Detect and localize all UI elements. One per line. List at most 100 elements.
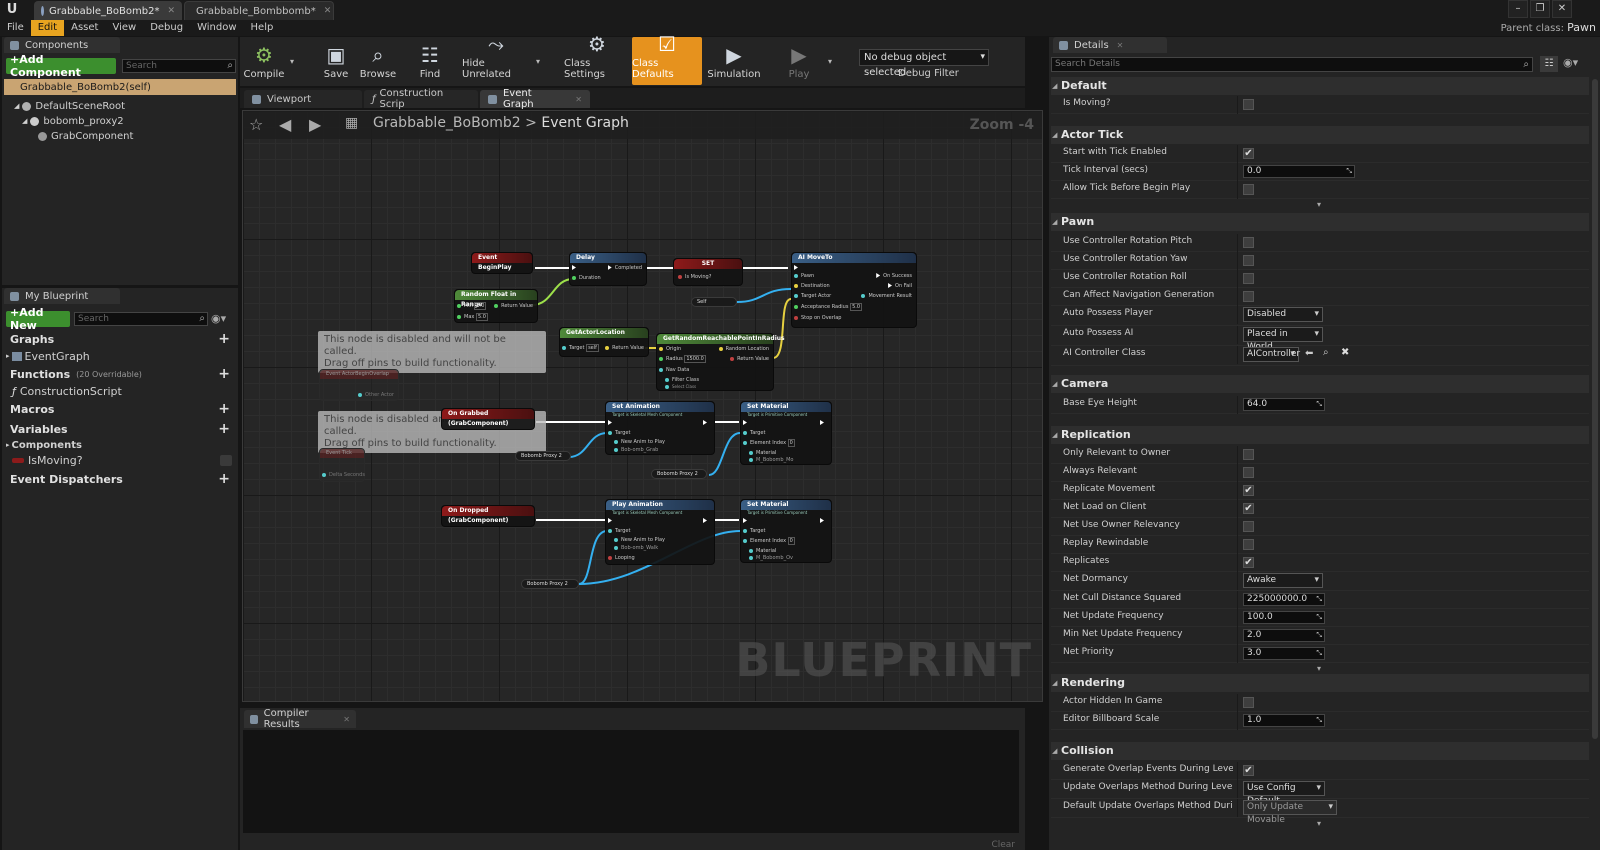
always-relevant-checkbox[interactable]: [1243, 467, 1254, 478]
generate-overlap-checkbox[interactable]: ✔: [1243, 765, 1254, 776]
net-dormancy-dropdown[interactable]: Awake: [1243, 573, 1323, 588]
find-button[interactable]: ☷ Find: [412, 37, 448, 85]
advanced-expand-icon[interactable]: ▾: [1317, 664, 1321, 673]
close-icon[interactable]: ✕: [343, 715, 350, 724]
material-pin[interactable]: Material: [749, 548, 776, 554]
update-overlaps-dropdown[interactable]: Use Config Default: [1243, 781, 1325, 806]
compiler-results-tab[interactable]: Compiler Results ✕: [244, 708, 356, 730]
new-anim-value[interactable]: Bob-omb_Grab: [614, 447, 658, 453]
pin-value[interactable]: 0: [787, 439, 795, 447]
minimize-icon[interactable]: –: [1508, 0, 1528, 18]
new-anim-value[interactable]: Bob-omb_Walk: [614, 545, 658, 551]
menu-window[interactable]: Window: [190, 20, 243, 36]
components-search-input[interactable]: Search ⌕: [122, 59, 236, 73]
node-bobomb-proxy-a[interactable]: Bobomb Proxy 2: [515, 451, 571, 461]
exec-in-pin[interactable]: [743, 518, 750, 524]
billboard-scale-field[interactable]: 1.0 ⤡: [1243, 714, 1325, 727]
tab-construction-script[interactable]: ƒ Construction Scrip: [364, 88, 478, 110]
clear-button[interactable]: Clear: [991, 840, 1015, 850]
base-eye-height-field[interactable]: 64.0 ⤡: [1243, 398, 1325, 411]
node-bobomb-proxy-b[interactable]: Bobomb Proxy 2: [651, 469, 707, 479]
tab-event-graph[interactable]: Event Graph ✕: [480, 88, 590, 110]
tab-viewport[interactable]: Viewport: [244, 90, 362, 108]
close-icon[interactable]: ✕: [324, 6, 332, 16]
graphs-section-header[interactable]: Graphs +: [4, 330, 236, 348]
node-get-actor-location[interactable]: GetActorLocation Target self Return Valu…: [559, 327, 649, 357]
close-icon[interactable]: ✕: [1117, 41, 1124, 50]
hide-unrelated-dropdown[interactable]: ▾: [536, 57, 540, 66]
advanced-expand-icon[interactable]: ▾: [1317, 819, 1321, 828]
play-button[interactable]: ▶ Play: [778, 37, 820, 85]
only-relevant-owner-checkbox[interactable]: [1243, 449, 1254, 460]
min-net-update-field[interactable]: 2.0 ⤡: [1243, 629, 1325, 642]
net-priority-field[interactable]: 3.0 ⤡: [1243, 647, 1325, 660]
graph-item-eventgraph[interactable]: ▸ EventGraph: [6, 349, 90, 363]
return-value-pin[interactable]: Return Value: [730, 356, 769, 362]
view-options-icon[interactable]: ◉▾: [1563, 56, 1578, 69]
node-on-grabbed[interactable]: On Grabbed (GrabComponent): [441, 408, 535, 430]
tick-interval-field[interactable]: 0.0 ⤡: [1243, 165, 1355, 178]
affect-navigation-checkbox[interactable]: [1243, 291, 1254, 302]
node-on-dropped[interactable]: On Dropped (GrabComponent): [441, 505, 535, 527]
category-rendering[interactable]: Rendering: [1051, 674, 1589, 692]
functions-section-header[interactable]: Functions (20 Overridable) +: [4, 365, 236, 383]
function-item-constructionscript[interactable]: ƒ ConstructionScript: [12, 384, 122, 398]
menu-file[interactable]: File: [0, 20, 31, 36]
advanced-expand-icon[interactable]: ▾: [1317, 200, 1321, 209]
target-actor-pin[interactable]: Target Actor: [794, 293, 831, 299]
class-settings-button[interactable]: ⚙ Class Settings: [564, 33, 630, 85]
use-selected-arrow-icon[interactable]: ⬅: [1305, 348, 1313, 359]
material-value[interactable]: M_Bobomb_Mo: [749, 457, 793, 463]
max-pin[interactable]: Max 5.0: [457, 313, 488, 321]
radius-pin[interactable]: Radius 1500.0: [659, 355, 706, 363]
rotation-yaw-checkbox[interactable]: [1243, 255, 1254, 266]
add-macro-icon[interactable]: +: [218, 401, 230, 417]
completed-pin[interactable]: Completed: [608, 265, 642, 271]
target-pin[interactable]: Target: [608, 430, 630, 436]
net-owner-relevancy-checkbox[interactable]: [1243, 521, 1254, 532]
view-options-icon[interactable]: ◉▾: [211, 312, 226, 325]
node-event-beginplay[interactable]: Event BeginPlay: [471, 252, 533, 274]
menu-view[interactable]: View: [105, 20, 143, 36]
maximize-icon[interactable]: ❐: [1530, 0, 1550, 18]
menu-debug[interactable]: Debug: [143, 20, 190, 36]
add-component-button[interactable]: +Add Component: [6, 53, 116, 79]
compile-options-dropdown[interactable]: ▾: [290, 57, 294, 66]
compile-button[interactable]: ⚙ Compile: [242, 37, 286, 85]
node-play-animation[interactable]: Play Animation Target is Skeletal Mesh C…: [605, 499, 715, 565]
return-value-pin[interactable]: Return Value: [605, 345, 644, 351]
movement-result-pin[interactable]: Movement Result: [861, 293, 912, 299]
pin-value[interactable]: 0: [787, 537, 795, 545]
clear-x-icon[interactable]: ✖: [1341, 347, 1349, 358]
new-anim-pin[interactable]: New Anim to Play: [614, 439, 665, 445]
node-delay[interactable]: Delay Completed Duration: [569, 252, 647, 286]
node-set-material-2[interactable]: Set Material Target is Primitive Compone…: [740, 499, 832, 563]
expand-arrow-icon[interactable]: ▸: [6, 441, 10, 449]
exec-in-pin[interactable]: [608, 420, 615, 426]
stop-on-overlap-pin[interactable]: Stop on Overlap: [794, 315, 841, 321]
exec-in-pin[interactable]: [608, 518, 615, 524]
tree-item-default-scene-root[interactable]: ◢ DefaultSceneRoot: [14, 99, 125, 113]
macros-section-header[interactable]: Macros +: [4, 400, 236, 418]
return-value-pin[interactable]: Return Value: [494, 303, 533, 309]
doc-tab-grabbable-bobomb2[interactable]: Grabbable_BoBomb2* ✕: [34, 1, 182, 20]
rotation-roll-checkbox[interactable]: [1243, 273, 1254, 284]
target-pin[interactable]: Target: [743, 430, 765, 436]
random-location-pin[interactable]: Random Location: [719, 346, 769, 352]
node-set-material-1[interactable]: Set Material Target is Primitive Compone…: [740, 401, 832, 465]
category-camera[interactable]: Camera: [1051, 375, 1589, 393]
other-actor-pin[interactable]: Other Actor: [358, 392, 394, 398]
node-set-animation[interactable]: Set Animation Target is Skeletal Mesh Co…: [605, 401, 715, 455]
simulation-button[interactable]: ▶ Simulation: [706, 37, 762, 85]
element-index-pin[interactable]: Element Index 0: [743, 439, 795, 447]
variable-item-is-moving[interactable]: IsMoving?: [12, 453, 236, 467]
play-options-dropdown[interactable]: ▾: [828, 57, 832, 66]
my-blueprint-tab[interactable]: My Blueprint: [4, 288, 120, 304]
expand-arrow-icon[interactable]: ◢: [22, 117, 27, 125]
replay-rewindable-checkbox[interactable]: [1243, 539, 1254, 550]
nav-data-pin[interactable]: Nav Data: [659, 367, 689, 373]
category-collision[interactable]: Collision: [1051, 742, 1589, 760]
save-button[interactable]: ▣ Save: [316, 37, 356, 85]
auto-possess-player-dropdown[interactable]: Disabled: [1243, 307, 1323, 322]
category-pawn[interactable]: Pawn: [1051, 213, 1589, 231]
